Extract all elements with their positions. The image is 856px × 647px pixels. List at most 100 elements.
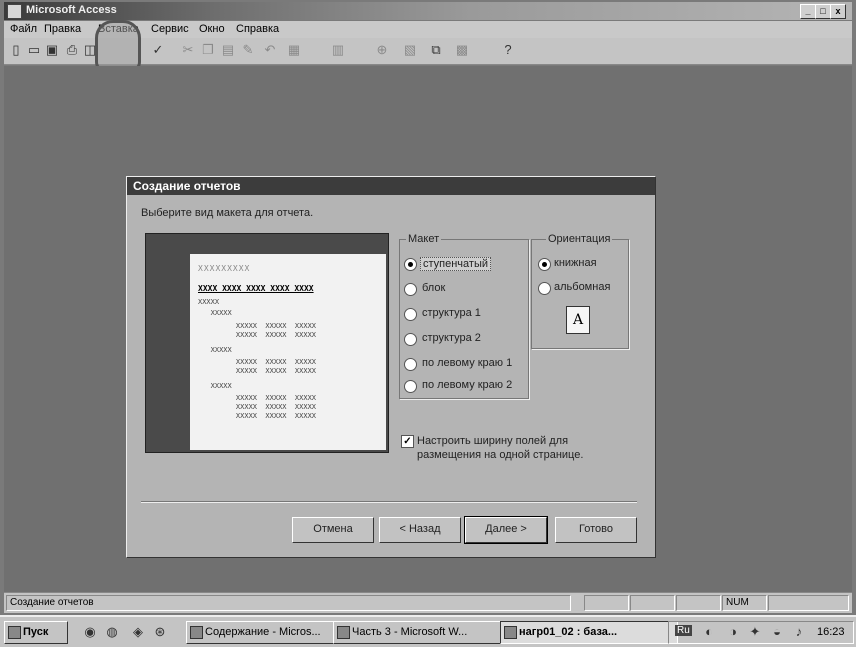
task-button-active[interactable]: нагр01_02 : база...: [500, 621, 678, 644]
tray-icon[interactable]: ◐: [701, 624, 717, 640]
cancel-button[interactable]: Отмена: [292, 517, 374, 543]
cut-icon[interactable]: ✂: [180, 42, 196, 58]
radio-landscape[interactable]: [538, 282, 551, 295]
language-indicator[interactable]: Ru: [675, 625, 692, 636]
option-portrait-label[interactable]: книжная: [554, 257, 597, 269]
relationships-icon[interactable]: ⧉: [428, 42, 444, 58]
status-cell: [676, 595, 721, 611]
quicklaunch-desktop-icon[interactable]: ◈: [130, 624, 146, 640]
num-lock-indicator: NUM: [722, 595, 767, 611]
preview-line: XXXXX XXXXX XXXXX: [198, 367, 317, 375]
fit-width-label-line1[interactable]: Настроить ширину полей для: [417, 435, 568, 447]
task-button[interactable]: Содержание - Micros...: [186, 621, 346, 644]
tray-icon[interactable]: ◒: [769, 624, 785, 640]
finish-button[interactable]: Готово: [555, 517, 637, 543]
report-wizard-dialog: Создание отчетов Выберите вид макета для…: [126, 176, 656, 558]
radio-align-left2[interactable]: [404, 380, 417, 393]
access-window: Microsoft Access _ □ x Файл Правка Встав…: [0, 0, 856, 615]
preview-line: XXXXX: [198, 298, 220, 306]
option-outline2-label[interactable]: структура 2: [422, 332, 481, 344]
radio-portrait[interactable]: [538, 258, 551, 271]
clock[interactable]: 16:23: [817, 626, 845, 638]
word-window-icon: [337, 626, 350, 639]
close-button[interactable]: x: [830, 4, 846, 19]
open-icon[interactable]: ▭: [26, 42, 42, 58]
quicklaunch-channels-icon[interactable]: ⊛: [152, 624, 168, 640]
radio-outline1[interactable]: [404, 308, 417, 321]
preview-line: XXXXX XXXXX XXXXX: [198, 331, 317, 339]
tray-icon[interactable]: ◑: [725, 624, 741, 640]
menu-window[interactable]: Окно: [199, 23, 225, 35]
access-app-icon[interactable]: [7, 4, 22, 19]
menu-help[interactable]: Справка: [236, 23, 279, 35]
quicklaunch-outlook-icon[interactable]: ◍: [104, 624, 120, 640]
back-button[interactable]: < Назад: [379, 517, 461, 543]
option-align-left1-label[interactable]: по левому краю 1: [422, 357, 512, 369]
office-assistant-clippy[interactable]: [95, 20, 141, 72]
preview-page: XXXXXXXXX XXXX XXXX XXXX XXXX XXXX XXXXX…: [190, 254, 386, 450]
dialog-title-bar[interactable]: Создание отчетов: [127, 177, 655, 195]
orientation-group: Ориентация книжная альбомная A: [531, 233, 629, 349]
status-cell: [584, 595, 629, 611]
orientation-group-label: Ориентация: [546, 233, 613, 245]
volume-icon[interactable]: ♪: [791, 624, 807, 640]
task-label: Часть 3 - Microsoft W...: [352, 626, 468, 638]
paste-icon[interactable]: ▤: [220, 42, 236, 58]
status-cell: [768, 595, 849, 611]
preview-line: XXXXX XXXXX XXXXX: [198, 394, 317, 402]
title-bar[interactable]: Microsoft Access _ □ x: [4, 2, 852, 20]
preview-line: XXXXX: [198, 346, 232, 354]
radio-stepped[interactable]: [404, 258, 417, 271]
new-object-icon[interactable]: ▩: [454, 42, 470, 58]
layout-prompt: Выберите вид макета для отчета.: [141, 207, 314, 219]
page-orientation-icon: A: [566, 306, 590, 334]
new-icon[interactable]: ▯: [8, 42, 24, 58]
print-icon[interactable]: ⎙: [64, 42, 80, 58]
fit-width-label-line2[interactable]: размещения на одной странице.: [417, 449, 583, 461]
view-icon[interactable]: ▦: [286, 42, 302, 58]
menu-tools[interactable]: Сервис: [151, 23, 189, 35]
option-landscape-label[interactable]: альбомная: [554, 281, 610, 293]
start-button[interactable]: Пуск: [4, 621, 68, 644]
quicklaunch-ie-icon[interactable]: ◉: [82, 624, 98, 640]
preview-line: XXXXX XXXXX XXXXX: [198, 358, 317, 366]
dialog-separator: [141, 501, 637, 503]
layout-group-label: Макет: [406, 233, 442, 245]
access-window-icon: [504, 626, 517, 639]
save-icon[interactable]: ▣: [44, 42, 60, 58]
minimize-button[interactable]: _: [800, 4, 816, 19]
status-bar: Создание отчетов NUM: [4, 592, 852, 613]
preview-line: XXXXX XXXXX XXXXX: [198, 322, 317, 330]
preview-header-row: XXXX XXXX XXXX XXXX XXXX: [198, 284, 314, 293]
zoom-icon[interactable]: ⊕: [374, 42, 390, 58]
option-block-label[interactable]: блок: [422, 282, 445, 294]
next-button[interactable]: Далее >: [464, 516, 548, 544]
option-outline1-label[interactable]: структура 1: [422, 307, 481, 319]
properties-icon[interactable]: ▧: [402, 42, 418, 58]
task-button[interactable]: Часть 3 - Microsoft W...: [333, 621, 513, 644]
menu-edit[interactable]: Правка: [44, 23, 81, 35]
copy-icon[interactable]: ❐: [200, 42, 216, 58]
windows-logo-icon: [8, 626, 21, 639]
help-icon[interactable]: ?: [500, 42, 516, 58]
spell-icon[interactable]: ✓: [150, 42, 166, 58]
radio-block[interactable]: [404, 283, 417, 296]
menu-file[interactable]: Файл: [10, 23, 37, 35]
option-align-left2-label[interactable]: по левому краю 2: [422, 379, 512, 391]
undo-icon[interactable]: ↶: [262, 42, 278, 58]
layout-group: Макет ступенчатый блок структура 1 струк…: [399, 233, 529, 399]
maximize-button[interactable]: □: [815, 4, 831, 19]
preview-line: XXXXX XXXXX XXXXX: [198, 412, 317, 420]
window-title: Microsoft Access: [26, 4, 117, 16]
fit-width-checkbox[interactable]: ✓: [401, 435, 414, 448]
radio-align-left1[interactable]: [404, 358, 417, 371]
taskbar: Пуск ◉ ◍ ◈ ⊛ Содержание - Micros... Част…: [0, 615, 856, 647]
system-tray: Ru ◐ ◑ ✦ ◒ ♪ 16:23: [668, 621, 854, 644]
preview-line: XXXXX: [198, 309, 232, 317]
format-painter-icon[interactable]: ✎: [240, 42, 256, 58]
option-stepped-label[interactable]: ступенчатый: [420, 257, 492, 271]
preview-line: XXXXX: [198, 382, 232, 390]
radio-outline2[interactable]: [404, 333, 417, 346]
setup-icon[interactable]: ▥: [330, 42, 346, 58]
tray-icon[interactable]: ✦: [747, 624, 763, 640]
